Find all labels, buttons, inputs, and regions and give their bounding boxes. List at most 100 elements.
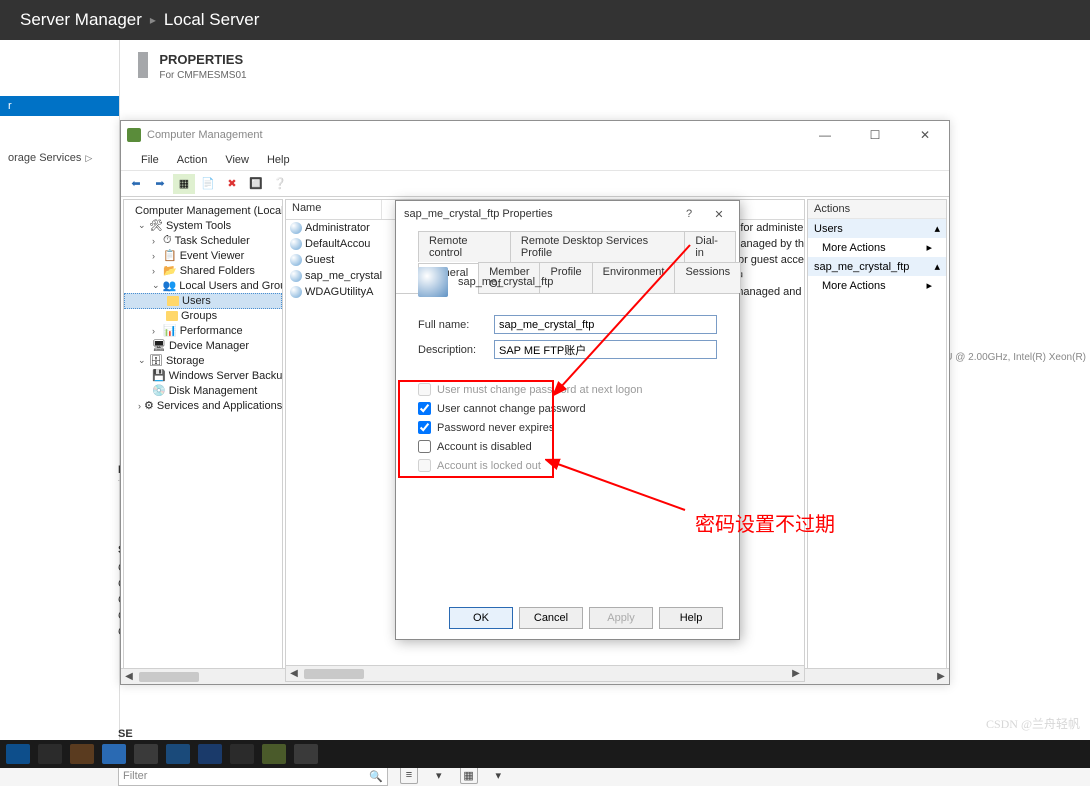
up-icon[interactable]: ▦	[173, 174, 195, 194]
scrollbar-thumb[interactable]	[304, 669, 364, 679]
scroll-left-icon[interactable]: ◀	[286, 668, 302, 679]
taskbar[interactable]	[0, 740, 1090, 768]
properties-subtitle: For CMFMESMS01	[159, 70, 246, 81]
tree-shared-folders[interactable]: ›📂Shared Folders	[124, 263, 282, 278]
filter-input[interactable]: Filter 🔍	[118, 766, 388, 786]
cm-titlebar[interactable]: Computer Management — ☐ ✕	[121, 121, 949, 149]
annotation-text: 密码设置不过期	[695, 508, 835, 537]
search-icon[interactable]: 🔍	[369, 770, 383, 783]
dialog-username: sap_me_crystal_ftp	[458, 276, 553, 288]
taskbar-item[interactable]	[230, 744, 254, 764]
apply-button[interactable]: Apply	[589, 607, 653, 629]
user-properties-dialog: sap_me_crystal_ftp Properties ? ✕ Remote…	[395, 200, 740, 640]
dialog-body: sap_me_crystal_ftp Full name: Descriptio…	[418, 267, 717, 599]
tree-system-tools[interactable]: ⌄🛠System Tools	[124, 218, 282, 233]
cm-tree[interactable]: Computer Management (Local ⌄🛠System Tool…	[123, 199, 283, 682]
actions-more-2[interactable]: More Actions▸	[808, 276, 946, 295]
help-icon[interactable]: ❔	[269, 174, 291, 194]
back-icon[interactable]: ⬅	[125, 174, 147, 194]
filter-tag-icon[interactable]: ▦	[460, 766, 478, 784]
tree-services-apps[interactable]: ›⚙Services and Applications	[124, 398, 282, 413]
refresh-icon[interactable]: 🔲	[245, 174, 267, 194]
chevron-right-icon: ▷	[85, 153, 92, 163]
cm-toolbar: ⬅ ➡ ▦ 📄 ✖ 🔲 ❔	[121, 171, 949, 197]
close-button[interactable]: ✕	[707, 208, 731, 221]
fullname-input[interactable]	[494, 315, 717, 334]
cm-app-icon	[127, 128, 141, 142]
breadcrumb: Server Manager ▸ Local Server	[0, 0, 1090, 40]
tree-root[interactable]: Computer Management (Local	[124, 204, 282, 218]
server-icon	[138, 52, 148, 78]
taskbar-item[interactable]	[198, 744, 222, 764]
breadcrumb-separator: ▸	[150, 13, 156, 27]
taskbar-item[interactable]	[70, 744, 94, 764]
filter-placeholder: Filter	[123, 770, 147, 782]
sidebar-item-storage[interactable]: orage Services▷	[0, 148, 119, 168]
delete-icon[interactable]: ✖	[221, 174, 243, 194]
taskbar-item[interactable]	[134, 744, 158, 764]
taskbar-item[interactable]	[166, 744, 190, 764]
cm-title: Computer Management	[147, 129, 263, 141]
watermark: CSDN @兰舟轻帆	[986, 715, 1080, 732]
filter-menu-icon[interactable]: ≡	[400, 766, 418, 784]
col-name[interactable]: Name	[286, 200, 382, 219]
cm-actions-pane: Actions Users▴ More Actions▸ sap_me_crys…	[807, 199, 947, 682]
collapse-icon: ▴	[934, 260, 940, 273]
tree-groups[interactable]: Groups	[124, 309, 282, 323]
taskbar-item[interactable]	[262, 744, 286, 764]
scroll-left-icon[interactable]: ◀	[123, 671, 137, 682]
properties-panel: PROPERTIES For CMFMESMS01	[138, 52, 247, 81]
filter-controls: ≡▾ ▦▾	[400, 766, 501, 784]
sidebar-item-active[interactable]: r	[0, 96, 119, 116]
tab-rds-profile[interactable]: Remote Desktop Services Profile	[510, 231, 685, 262]
close-button[interactable]: ✕	[907, 128, 943, 142]
user-avatar-icon	[418, 267, 448, 297]
checkbox-change-password: User must change password at next logon	[418, 383, 717, 396]
breadcrumb-page: Local Server	[164, 10, 259, 30]
ok-button[interactable]: OK	[449, 607, 513, 629]
menu-action[interactable]: Action	[177, 154, 208, 166]
forward-icon[interactable]: ➡	[149, 174, 171, 194]
menu-file[interactable]: File	[141, 154, 159, 166]
properties-icon[interactable]: 📄	[197, 174, 219, 194]
tree-local-users[interactable]: ⌄👥Local Users and Groups	[124, 278, 282, 293]
tree-performance[interactable]: ›📊Performance	[124, 323, 282, 338]
minimize-button[interactable]: —	[807, 128, 843, 142]
collapse-icon: ▴	[934, 222, 940, 235]
tree-wsb[interactable]: 💾Windows Server Backup	[124, 368, 282, 383]
menu-view[interactable]: View	[225, 154, 249, 166]
tab-dialin[interactable]: Dial-in	[684, 231, 736, 262]
dialog-titlebar[interactable]: sap_me_crystal_ftp Properties ? ✕	[396, 201, 739, 227]
tree-storage[interactable]: ⌄🗄Storage	[124, 353, 282, 368]
tree-device-manager[interactable]: 🖥Device Manager	[124, 338, 282, 353]
actions-header: Actions	[808, 200, 946, 219]
checkbox-disabled[interactable]: Account is disabled	[418, 440, 717, 453]
help-button[interactable]: ?	[677, 208, 701, 221]
maximize-button[interactable]: ☐	[857, 128, 893, 142]
taskbar-search[interactable]	[38, 744, 62, 764]
scroll-right-icon[interactable]: ▶	[788, 668, 804, 679]
actions-more-1[interactable]: More Actions▸	[808, 238, 946, 257]
checkbox-locked-out: Account is locked out	[418, 459, 717, 472]
tree-task-scheduler[interactable]: ›⏱Task Scheduler	[124, 233, 282, 248]
cancel-button[interactable]: Cancel	[519, 607, 583, 629]
actions-selected-user[interactable]: sap_me_crystal_ftp▴	[808, 257, 946, 276]
tree-disk-mgmt[interactable]: 💿Disk Management	[124, 383, 282, 398]
tree-users[interactable]: Users	[124, 293, 282, 309]
scrollbar-thumb[interactable]	[139, 672, 199, 682]
help-button[interactable]: Help	[659, 607, 723, 629]
taskbar-item[interactable]	[102, 744, 126, 764]
server-manager-sidebar: r orage Services▷	[0, 40, 120, 740]
description-input[interactable]	[494, 340, 717, 359]
checkbox-cannot-change[interactable]: User cannot change password	[418, 402, 717, 415]
description-label: Description:	[418, 344, 494, 356]
checkbox-never-expires[interactable]: Password never expires	[418, 421, 717, 434]
user-icon	[290, 270, 302, 282]
user-icon	[290, 254, 302, 266]
actions-users[interactable]: Users▴	[808, 219, 946, 238]
tree-event-viewer[interactable]: ›📋Event Viewer	[124, 248, 282, 263]
taskbar-start[interactable]	[6, 744, 30, 764]
taskbar-item[interactable]	[294, 744, 318, 764]
tab-remote-control[interactable]: Remote control	[418, 231, 511, 262]
menu-help[interactable]: Help	[267, 154, 290, 166]
